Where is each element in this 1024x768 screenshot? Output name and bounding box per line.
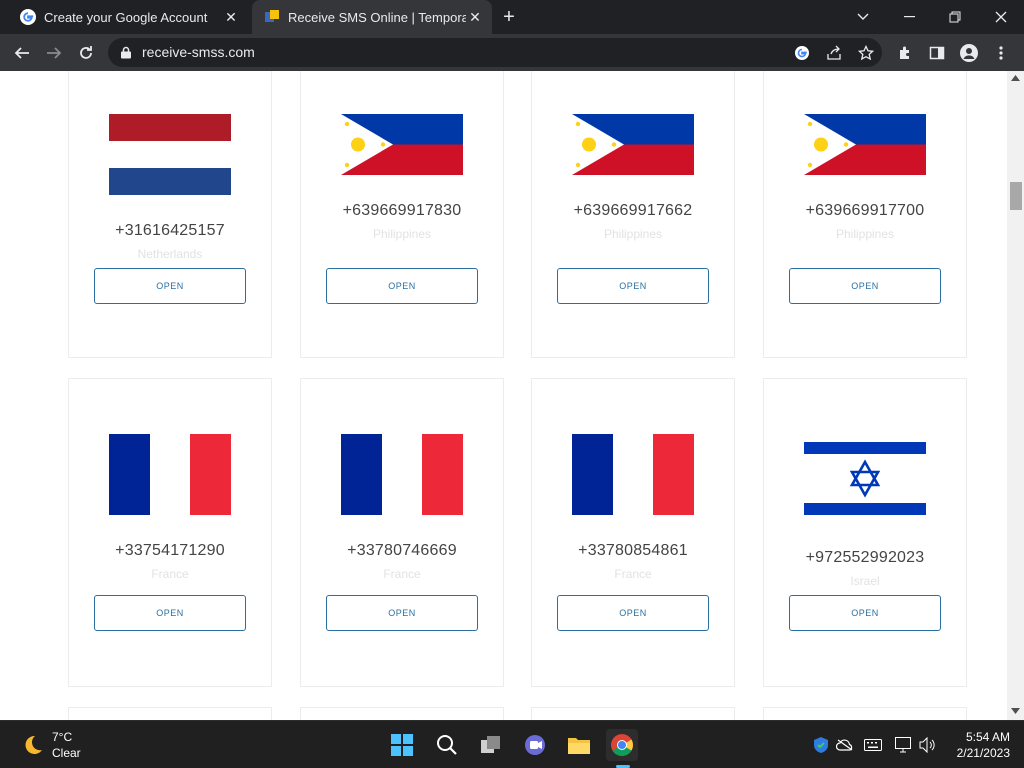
france-flag-icon bbox=[341, 434, 463, 515]
country-name: France bbox=[151, 567, 189, 581]
clock-time[interactable]: 5:54 AM bbox=[956, 730, 1010, 744]
teams-chat-icon[interactable] bbox=[519, 729, 551, 761]
number-card: +639669917662 Philippines OPEN bbox=[531, 71, 735, 358]
close-tab-icon[interactable]: ✕ bbox=[466, 8, 484, 26]
country-name: Philippines bbox=[835, 227, 895, 241]
lock-icon bbox=[120, 46, 132, 59]
country-name: Netherlands bbox=[137, 247, 203, 261]
minimize-window-icon[interactable] bbox=[886, 0, 932, 34]
country-name: Philippines bbox=[603, 227, 663, 241]
page-scrollbar[interactable] bbox=[1007, 71, 1024, 720]
browser-tab-strip: Create your Google Account ✕ Receive SMS… bbox=[0, 0, 1024, 34]
clock-date[interactable]: 2/21/2023 bbox=[948, 746, 1010, 760]
windows-taskbar: 7°C Clear 5:54 AM 2/21/2023 bbox=[0, 720, 1024, 768]
france-flag-icon bbox=[572, 434, 694, 515]
phone-number: +33780854861 bbox=[578, 542, 688, 559]
phone-number: +33780746669 bbox=[347, 542, 457, 559]
tab-create-google-account[interactable]: Create your Google Account ✕ bbox=[8, 0, 248, 34]
phone-number: +31616425157 bbox=[115, 222, 225, 239]
open-button[interactable]: OPEN bbox=[557, 595, 709, 631]
search-icon[interactable] bbox=[431, 729, 463, 761]
number-card bbox=[68, 707, 272, 720]
google-lens-icon[interactable] bbox=[792, 43, 812, 63]
number-card: +33754171290 France OPEN bbox=[68, 378, 272, 687]
open-button[interactable]: OPEN bbox=[94, 595, 246, 631]
weather-condition[interactable]: Clear bbox=[52, 746, 81, 760]
address-bar[interactable]: receive-smss.com bbox=[108, 38, 882, 67]
philippines-flag-icon bbox=[341, 114, 463, 175]
back-arrow-icon[interactable] bbox=[8, 39, 36, 67]
task-view-icon[interactable] bbox=[475, 729, 507, 761]
moon-weather-icon[interactable] bbox=[20, 733, 44, 757]
share-icon[interactable] bbox=[824, 43, 844, 63]
number-card: +639669917700 Philippines OPEN bbox=[763, 71, 967, 358]
number-card bbox=[763, 707, 967, 720]
close-window-icon[interactable] bbox=[978, 0, 1024, 34]
tab-receive-sms[interactable]: Receive SMS Online | Temporary ✕ bbox=[252, 0, 492, 34]
weather-temperature[interactable]: 7°C bbox=[52, 730, 72, 744]
number-card: +972552992023 Israel OPEN bbox=[763, 378, 967, 687]
keyboard-icon[interactable] bbox=[864, 736, 882, 754]
number-card bbox=[300, 707, 504, 720]
phone-number: +33754171290 bbox=[115, 542, 225, 559]
phone-number: +639669917700 bbox=[805, 202, 925, 219]
windows-start-icon[interactable] bbox=[386, 729, 418, 761]
country-name: Philippines bbox=[372, 227, 432, 241]
extensions-puzzle-icon[interactable] bbox=[894, 42, 916, 64]
file-explorer-icon[interactable] bbox=[563, 729, 595, 761]
browser-toolbar: receive-smss.com bbox=[0, 34, 1024, 71]
page-content: +31616425157 Netherlands OPEN +639669917… bbox=[0, 71, 1024, 720]
tab-search-chevron-icon[interactable] bbox=[840, 0, 886, 34]
url-text: receive-smss.com bbox=[142, 44, 255, 60]
reload-icon[interactable] bbox=[72, 39, 100, 67]
open-button[interactable]: OPEN bbox=[789, 268, 941, 304]
bookmark-star-icon[interactable] bbox=[856, 43, 876, 63]
number-card: +31616425157 Netherlands OPEN bbox=[68, 71, 272, 358]
open-button[interactable]: OPEN bbox=[94, 268, 246, 304]
more-menu-icon[interactable] bbox=[990, 42, 1012, 64]
france-flag-icon bbox=[109, 434, 231, 515]
side-panel-icon[interactable] bbox=[926, 42, 948, 64]
tab-title: Create your Google Account bbox=[44, 9, 208, 25]
scroll-down-arrow-icon[interactable] bbox=[1011, 708, 1020, 714]
philippines-flag-icon bbox=[804, 114, 926, 175]
new-tab-button[interactable]: + bbox=[498, 6, 520, 28]
receive-smss-icon bbox=[264, 9, 280, 25]
open-button[interactable]: OPEN bbox=[557, 268, 709, 304]
onedrive-cloud-icon[interactable] bbox=[836, 736, 854, 754]
country-name: Israel bbox=[850, 574, 880, 588]
defender-shield-icon[interactable] bbox=[812, 736, 830, 754]
country-name: France bbox=[383, 567, 421, 581]
restore-window-icon[interactable] bbox=[932, 0, 978, 34]
tab-title: Receive SMS Online | Temporary bbox=[288, 9, 466, 25]
number-card bbox=[531, 707, 735, 720]
phone-number: +972552992023 bbox=[805, 549, 925, 566]
close-tab-icon[interactable]: ✕ bbox=[222, 8, 240, 26]
number-card: +639669917830 Philippines OPEN bbox=[300, 71, 504, 358]
forward-arrow-icon[interactable] bbox=[40, 39, 68, 67]
phone-number: +639669917830 bbox=[342, 202, 462, 219]
philippines-flag-icon bbox=[572, 114, 694, 175]
profile-avatar-icon[interactable] bbox=[958, 42, 980, 64]
volume-speaker-icon[interactable] bbox=[919, 736, 937, 754]
scroll-up-arrow-icon[interactable] bbox=[1011, 75, 1020, 81]
network-monitor-icon[interactable] bbox=[895, 736, 913, 754]
scrollbar-thumb[interactable] bbox=[1010, 182, 1022, 210]
open-button[interactable]: OPEN bbox=[789, 595, 941, 631]
israel-flag-icon bbox=[804, 442, 926, 515]
netherlands-flag-icon bbox=[109, 114, 231, 195]
open-button[interactable]: OPEN bbox=[326, 595, 478, 631]
chrome-taskbar-icon[interactable] bbox=[606, 729, 638, 761]
number-card: +33780746669 France OPEN bbox=[300, 378, 504, 687]
number-card: +33780854861 France OPEN bbox=[531, 378, 735, 687]
country-name: France bbox=[614, 567, 652, 581]
open-button[interactable]: OPEN bbox=[326, 268, 478, 304]
google-g-icon bbox=[20, 9, 36, 25]
phone-number: +639669917662 bbox=[573, 202, 693, 219]
